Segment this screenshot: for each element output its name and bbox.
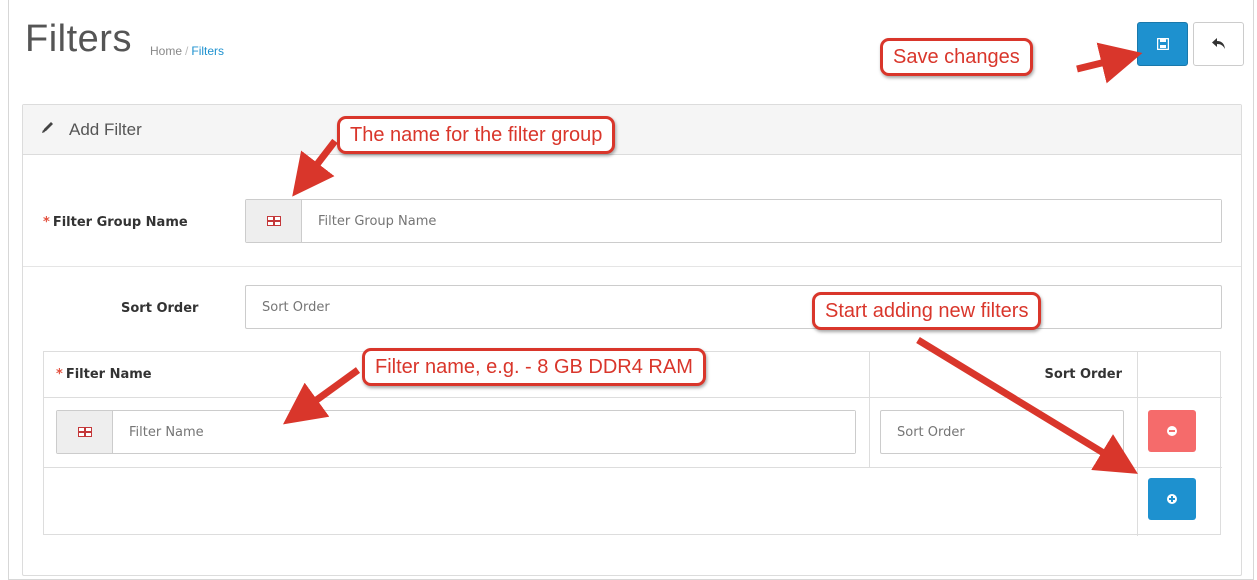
language-flag-icon	[246, 200, 302, 242]
minus-circle-icon	[1167, 426, 1177, 436]
filter-group-name-row: * Filter Group Name	[23, 157, 1241, 267]
back-button[interactable]	[1193, 22, 1244, 66]
sort-order-row: Sort Order	[23, 267, 1241, 347]
plus-circle-icon	[1167, 494, 1177, 504]
callout-add-filters: Start adding new filters	[812, 292, 1042, 330]
callout-save-changes: Save changes	[880, 38, 1033, 76]
sort-order-input[interactable]	[245, 285, 1222, 329]
language-flag-icon	[57, 411, 113, 453]
action-column-header	[1138, 352, 1222, 398]
remove-filter-button[interactable]	[1148, 410, 1196, 452]
panel-heading-label: Add Filter	[69, 119, 142, 139]
filter-name-input[interactable]	[113, 411, 855, 453]
breadcrumb-current[interactable]: Filters	[191, 44, 224, 58]
save-icon	[1156, 35, 1169, 54]
required-marker: *	[43, 215, 50, 230]
filter-sort-order-input[interactable]	[880, 410, 1124, 454]
sort-order-column-header: Sort Order	[870, 352, 1138, 398]
filter-name-input-group	[56, 410, 856, 454]
pencil-icon	[41, 120, 55, 139]
add-filter-panel: Add Filter *Filter Group Name Sort Order…	[22, 104, 1242, 576]
callout-filter-name: Filter name, e.g. - 8 GB DDR4 RAM	[362, 348, 706, 386]
breadcrumb: Home / Filters	[150, 44, 224, 58]
breadcrumb-separator: /	[185, 44, 189, 58]
callout-filter-group-name: The name for the filter group	[337, 116, 616, 154]
add-filter-button[interactable]	[1148, 478, 1196, 520]
filter-group-name-input-group	[245, 199, 1222, 243]
reply-icon	[1211, 32, 1227, 56]
breadcrumb-home[interactable]: Home	[150, 44, 182, 58]
panel-heading: Add Filter	[23, 105, 1241, 155]
filter-group-name-input[interactable]	[302, 200, 1221, 242]
sort-order-label: Sort Order	[121, 301, 199, 316]
filter-group-name-label: * Filter Group Name	[43, 215, 188, 230]
page-title: Filters	[25, 18, 132, 60]
save-button[interactable]	[1137, 22, 1188, 66]
